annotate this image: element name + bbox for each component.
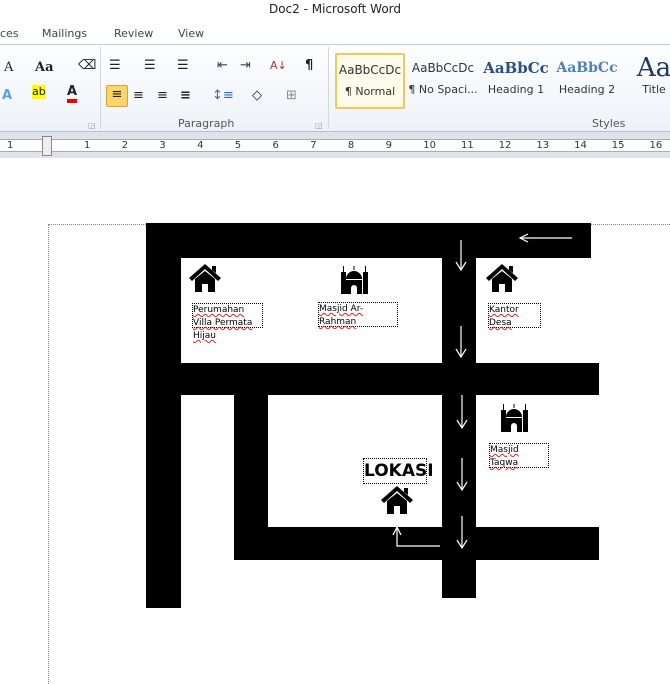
bullets-icon[interactable]: ☰	[109, 57, 121, 75]
numbering-icon[interactable]: ☰	[144, 57, 156, 75]
increase-indent-icon[interactable]: ⇥	[240, 57, 251, 75]
shading-icon[interactable]: ◇	[252, 87, 262, 105]
road-bottom	[234, 527, 599, 560]
road-middle	[146, 363, 599, 395]
ruler-tick-label: 4	[197, 140, 204, 151]
ruler-tick-label: 6	[272, 140, 279, 151]
highlight-icon[interactable]: ab	[32, 85, 46, 99]
label-lokasi[interactable]: LOKASI	[363, 458, 434, 484]
title-bar: Doc2 - Microsoft Word	[0, 0, 670, 22]
style-title[interactable]: Aa Title	[624, 53, 670, 109]
styles-group-label: Styles	[592, 117, 626, 130]
ruler-tick-label: 14	[574, 140, 587, 151]
style-no-spacing[interactable]: AaBbCcDc ¶ No Spaci...	[408, 53, 478, 109]
mosque-icon	[501, 404, 528, 432]
ruler-tick-label: 2	[121, 140, 129, 151]
ruler-tick-label: 15	[611, 140, 625, 151]
align-left-button[interactable]: ≡	[106, 85, 128, 107]
label-masjid-ar-rahman[interactable]: Masjid Ar-Rahman	[318, 302, 398, 327]
tab-references[interactable]: ces	[0, 27, 19, 40]
align-right-button[interactable]: ≡	[157, 87, 168, 105]
clear-formatting-icon[interactable]: ⌫	[78, 57, 96, 75]
ruler-tick-label: 1	[84, 140, 91, 151]
font-color-icon[interactable]: A	[67, 85, 78, 103]
ruler-tick-label: 9	[385, 140, 392, 151]
ruler-tick-label: 5	[234, 140, 242, 151]
align-center-button[interactable]: ≡	[133, 87, 144, 105]
road-left	[146, 223, 181, 608]
multilevel-list-icon[interactable]: ☰	[177, 57, 189, 75]
map-drawing	[146, 223, 599, 608]
mosque-icon	[341, 266, 368, 294]
decrease-indent-icon[interactable]: ⇤	[217, 57, 228, 75]
ruler-tick-label: 7	[310, 140, 317, 151]
house-icon	[486, 264, 518, 292]
road-right	[442, 223, 476, 598]
ruler-tick-label: 11	[461, 140, 474, 151]
text-effects-icon[interactable]: A	[2, 87, 12, 105]
house-icon	[189, 264, 221, 292]
ruler-tick-label: 3	[159, 140, 166, 151]
show-formatting-icon[interactable]: ¶	[305, 57, 313, 75]
house-icon	[381, 486, 413, 514]
style-heading-2[interactable]: AaBbCc Heading 2	[552, 53, 622, 109]
ruler-tick-label: 16	[649, 140, 663, 151]
window-title: Doc2 - Microsoft Word	[268, 2, 402, 16]
label-kantor-desa[interactable]: Kantor Desa	[488, 303, 541, 328]
horizontal-ruler[interactable]: 1 1 2 3 4 5 6 7 8 9 10 11 12 13 14 15 16	[0, 132, 670, 158]
ribbon: A Aa ⌫ A ab A ☰ ☰ ☰ ⇤ ⇥ A↓ ¶ ≡ ≡ ≡ ≡ ↕≡ …	[0, 45, 670, 132]
ruler-tick-label: 13	[536, 140, 550, 151]
grow-font-icon[interactable]: A	[4, 59, 13, 77]
tab-review[interactable]: Review	[114, 27, 153, 40]
ruler-tick-label: 12	[498, 140, 512, 151]
label-perumahan[interactable]: Perumahan Villa Permata Hijau	[192, 303, 263, 341]
borders-icon[interactable]: ⊞	[286, 87, 297, 105]
sort-icon[interactable]: A↓	[270, 57, 287, 75]
document-page[interactable]: Perumahan Villa Permata Hijau Masjid Ar-…	[0, 158, 670, 684]
style-heading-1[interactable]: AaBbCc Heading 1	[481, 53, 551, 109]
ruler-tick-label: 8	[347, 140, 355, 151]
paragraph-group-label: Paragraph	[178, 117, 235, 130]
ruler-tick-label: 1	[7, 140, 14, 151]
line-spacing-icon[interactable]: ↕≡	[212, 87, 234, 105]
tab-mailings[interactable]: Mailings	[42, 27, 87, 40]
tab-view[interactable]: View	[178, 27, 204, 40]
ruler-tick-label: 10	[423, 140, 437, 151]
label-masjid-taqwa[interactable]: Masjid Taqwa	[489, 443, 549, 468]
ribbon-tabs: ces Mailings Review View	[0, 22, 670, 45]
indent-marker[interactable]	[42, 136, 52, 156]
style-normal[interactable]: AaBbCcDc ¶ Normal	[335, 53, 405, 109]
change-case-icon[interactable]: Aa	[35, 59, 54, 77]
justify-button[interactable]: ≡	[180, 87, 191, 105]
